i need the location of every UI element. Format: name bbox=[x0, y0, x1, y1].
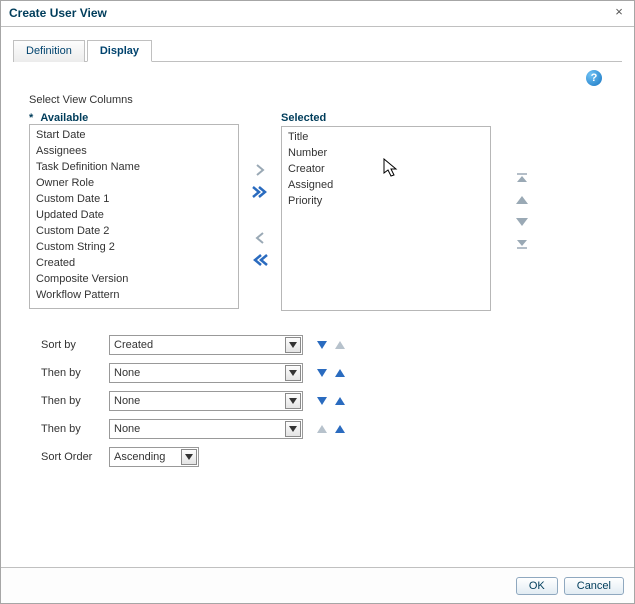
sortby-value: Created bbox=[114, 339, 285, 351]
list-item[interactable]: Composite Version bbox=[30, 271, 238, 287]
sort-section: Sort by Created Then by None bbox=[41, 335, 606, 467]
dropdown-icon[interactable] bbox=[285, 337, 301, 353]
sort-row-2: Then by None bbox=[41, 363, 606, 383]
list-item[interactable]: Title bbox=[282, 129, 490, 145]
sort-desc-icon[interactable] bbox=[315, 366, 329, 380]
move-top-icon[interactable] bbox=[513, 170, 531, 186]
move-buttons bbox=[239, 162, 281, 268]
list-item[interactable]: Assignees bbox=[30, 143, 238, 159]
list-item[interactable]: Custom Date 2 bbox=[30, 223, 238, 239]
help-icon[interactable]: ? bbox=[586, 70, 602, 86]
sort-asc-icon[interactable] bbox=[315, 422, 329, 436]
list-item[interactable]: Created bbox=[30, 255, 238, 271]
sort-row-4: Then by None bbox=[41, 419, 606, 439]
thenby-select-2[interactable]: None bbox=[109, 391, 303, 411]
list-item[interactable]: Assigned bbox=[282, 177, 490, 193]
sort-direction-2 bbox=[315, 366, 347, 380]
sortorder-value: Ascending bbox=[114, 451, 181, 463]
tab-container: Definition Display ? Select View Columns… bbox=[1, 27, 634, 467]
sort-asc-icon[interactable] bbox=[333, 338, 347, 352]
sort-desc-icon[interactable] bbox=[315, 394, 329, 408]
list-item[interactable]: Workflow Pattern bbox=[30, 287, 238, 303]
tab-content: ? Select View Columns * Available Start … bbox=[13, 62, 622, 467]
sort-direction-3 bbox=[315, 394, 347, 408]
sort-desc-icon[interactable] bbox=[315, 338, 329, 352]
available-header: Available bbox=[40, 112, 88, 124]
move-down-icon[interactable] bbox=[513, 214, 531, 230]
dialog-footer: OK Cancel bbox=[1, 567, 634, 603]
dialog-title: Create User View bbox=[9, 6, 107, 20]
list-item[interactable]: Custom Date 1 bbox=[30, 191, 238, 207]
sort-order-row: Sort Order Ascending bbox=[41, 447, 606, 467]
section-label: Select View Columns bbox=[29, 94, 606, 106]
list-item[interactable]: Priority bbox=[282, 193, 490, 209]
move-up-icon[interactable] bbox=[513, 192, 531, 208]
thenby-value: None bbox=[114, 395, 285, 407]
sortby-select[interactable]: Created bbox=[109, 335, 303, 355]
move-all-left-icon[interactable] bbox=[251, 252, 269, 268]
selected-listbox[interactable]: Title Number Creator Assigned Priority bbox=[281, 126, 491, 311]
thenby-value: None bbox=[114, 423, 285, 435]
cancel-button[interactable]: Cancel bbox=[564, 577, 624, 595]
tab-display[interactable]: Display bbox=[87, 40, 152, 62]
sortorder-select[interactable]: Ascending bbox=[109, 447, 199, 467]
tab-definition[interactable]: Definition bbox=[13, 40, 85, 62]
ok-button[interactable]: OK bbox=[516, 577, 558, 595]
list-item[interactable]: Creator bbox=[282, 161, 490, 177]
move-all-right-icon[interactable] bbox=[251, 184, 269, 200]
sort-row-1: Sort by Created bbox=[41, 335, 606, 355]
shuttle: * Available Start Date Assignees Task De… bbox=[29, 112, 606, 311]
list-item[interactable]: Updated Date bbox=[30, 207, 238, 223]
thenby-value: None bbox=[114, 367, 285, 379]
list-item[interactable]: Start Date bbox=[30, 127, 238, 143]
available-listbox[interactable]: Start Date Assignees Task Definition Nam… bbox=[29, 124, 239, 309]
close-icon[interactable]: × bbox=[612, 5, 626, 19]
sort-direction-1 bbox=[315, 338, 347, 352]
sort-row-3: Then by None bbox=[41, 391, 606, 411]
available-column: * Available Start Date Assignees Task De… bbox=[29, 112, 239, 309]
list-item[interactable]: Owner Role bbox=[30, 175, 238, 191]
thenby-select-3[interactable]: None bbox=[109, 419, 303, 439]
thenby-label: Then by bbox=[41, 395, 109, 407]
tab-row: Definition Display bbox=[13, 39, 622, 62]
list-item[interactable]: Task Definition Name bbox=[30, 159, 238, 175]
dropdown-icon[interactable] bbox=[285, 393, 301, 409]
thenby-label: Then by bbox=[41, 423, 109, 435]
sortorder-label: Sort Order bbox=[41, 451, 109, 463]
required-star: * bbox=[29, 112, 33, 124]
thenby-select-1[interactable]: None bbox=[109, 363, 303, 383]
list-item[interactable]: Custom String 2 bbox=[30, 239, 238, 255]
dialog-header: Create User View × bbox=[1, 1, 634, 27]
reorder-buttons bbox=[491, 170, 543, 252]
selected-header: Selected bbox=[281, 112, 491, 124]
create-user-view-dialog: Create User View × Definition Display ? … bbox=[0, 0, 635, 604]
move-left-icon[interactable] bbox=[251, 230, 269, 246]
sortby-label: Sort by bbox=[41, 339, 109, 351]
move-bottom-icon[interactable] bbox=[513, 236, 531, 252]
dropdown-icon[interactable] bbox=[285, 421, 301, 437]
sort-direction-4 bbox=[315, 422, 347, 436]
sort-asc-icon[interactable] bbox=[333, 366, 347, 380]
selected-column: Selected Title Number Creator Assigned P… bbox=[281, 112, 491, 311]
list-item[interactable]: Number bbox=[282, 145, 490, 161]
move-right-icon[interactable] bbox=[251, 162, 269, 178]
available-header-row: * Available bbox=[29, 112, 239, 124]
dropdown-icon[interactable] bbox=[285, 365, 301, 381]
sort-asc-icon[interactable] bbox=[333, 422, 347, 436]
thenby-label: Then by bbox=[41, 367, 109, 379]
sort-asc-icon[interactable] bbox=[333, 394, 347, 408]
dropdown-icon[interactable] bbox=[181, 449, 197, 465]
